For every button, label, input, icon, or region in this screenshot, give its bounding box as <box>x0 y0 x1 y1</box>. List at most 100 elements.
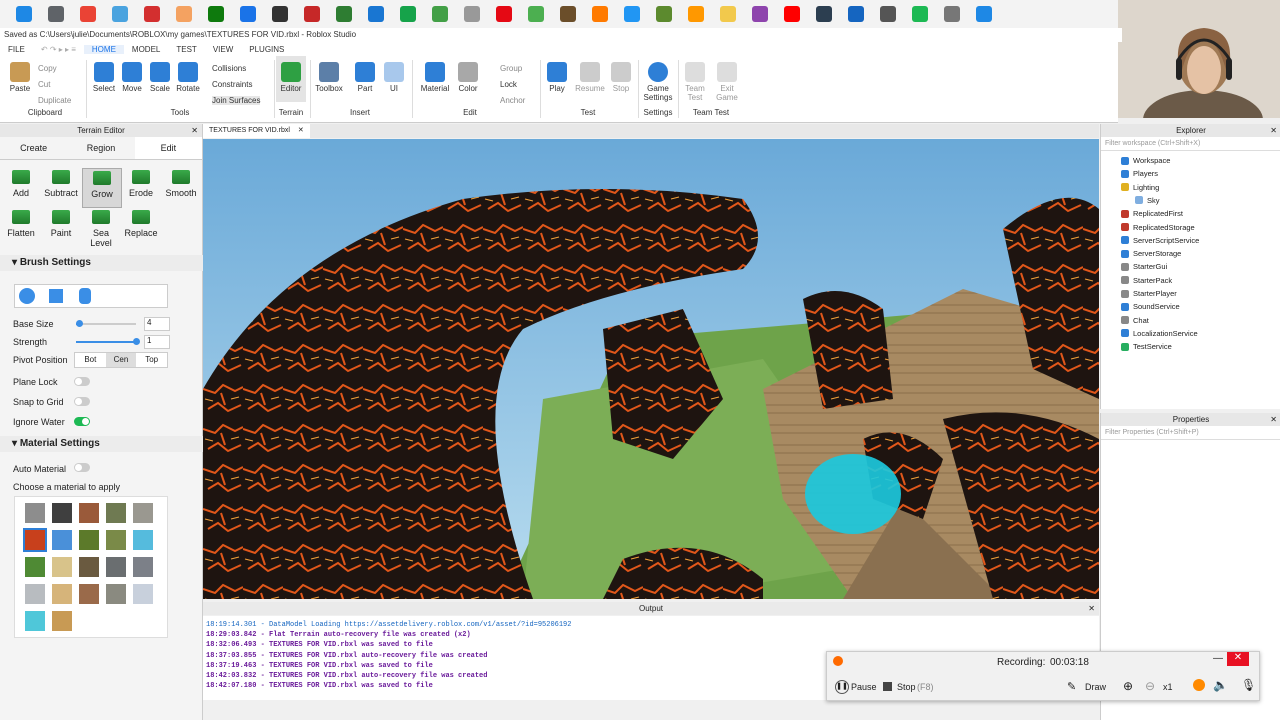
taskbar-app-icon[interactable] <box>176 6 192 22</box>
zoom-in-icon[interactable]: ⊕ <box>1123 679 1133 693</box>
taskbar-app-icon[interactable] <box>432 6 448 22</box>
taskbar-app-icon[interactable] <box>336 6 352 22</box>
taskbar-app-icon[interactable] <box>560 6 576 22</box>
taskbar-app-icon[interactable] <box>304 6 320 22</box>
duplicate-button[interactable]: Duplicate <box>38 96 71 105</box>
menu-plugins[interactable]: PLUGINS <box>241 45 292 54</box>
taskbar-app-icon[interactable] <box>464 6 480 22</box>
material-swatch[interactable] <box>79 503 99 523</box>
zoom-out-icon[interactable]: ⊖ <box>1145 679 1155 693</box>
play-button[interactable]: Play <box>544 56 570 93</box>
stop-button[interactable]: Stop <box>897 682 916 692</box>
taskbar-app-icon[interactable] <box>752 6 768 22</box>
taskbar-app-icon[interactable] <box>368 6 384 22</box>
taskbar-app-icon[interactable] <box>400 6 416 22</box>
material-swatch[interactable] <box>79 584 99 604</box>
material-swatch[interactable] <box>106 530 126 550</box>
material-swatch[interactable] <box>79 530 99 550</box>
taskbar-app-icon[interactable] <box>816 6 832 22</box>
paste-button[interactable]: Paste <box>6 56 34 93</box>
close-icon[interactable]: ✕ <box>191 124 198 137</box>
explorer-filter-input[interactable]: Filter workspace (Ctrl+Shift+X) <box>1101 137 1280 151</box>
webcam-toggle-icon[interactable] <box>1193 679 1205 691</box>
base-size-slider-thumb[interactable] <box>76 320 83 327</box>
close-icon[interactable]: ✕ <box>1270 413 1277 426</box>
material-swatch[interactable] <box>52 584 72 604</box>
base-size-slider[interactable] <box>76 320 136 327</box>
brush-settings-header[interactable]: ▾ Brush Settings <box>0 255 212 271</box>
cut-button[interactable]: Cut <box>38 80 50 89</box>
tab-edit[interactable]: Edit <box>134 137 202 159</box>
explorer-item-testservice[interactable]: TestService <box>1121 342 1172 351</box>
taskbar-app-icon[interactable] <box>48 6 64 22</box>
snap-to-grid-toggle[interactable] <box>74 397 90 406</box>
terrain-tool-sea-level[interactable]: Sea Level <box>82 208 120 248</box>
taskbar-app-icon[interactable] <box>240 6 256 22</box>
microphone-icon[interactable]: 🎙 <box>1241 678 1256 692</box>
material-button[interactable]: Material <box>418 56 452 93</box>
taskbar-app-icon[interactable] <box>848 6 864 22</box>
material-swatch[interactable] <box>25 584 45 604</box>
close-recorder-icon[interactable]: ✕ <box>1227 652 1249 666</box>
taskbar-app-icon[interactable] <box>16 6 32 22</box>
anchor-button[interactable]: Anchor <box>500 96 525 105</box>
exit-game-button[interactable]: Exit Game <box>714 56 740 102</box>
explorer-item-soundservice[interactable]: SoundService <box>1121 302 1180 311</box>
taskbar-app-icon[interactable] <box>272 6 288 22</box>
material-swatch[interactable] <box>106 584 126 604</box>
ignore-water-toggle[interactable] <box>74 417 90 426</box>
base-size-input[interactable]: 4 <box>144 317 170 331</box>
resume-button[interactable]: Resume <box>574 56 606 93</box>
taskbar-app-icon[interactable] <box>624 6 640 22</box>
copy-button[interactable]: Copy <box>38 64 57 73</box>
taskbar-app-icon[interactable] <box>944 6 960 22</box>
pause-button[interactable]: Pause <box>851 682 877 692</box>
explorer-item-replicatedfirst[interactable]: ReplicatedFirst <box>1121 209 1183 218</box>
explorer-item-sky[interactable]: Sky <box>1135 196 1160 205</box>
close-tab-icon[interactable]: ✕ <box>298 127 304 134</box>
explorer-item-starterpack[interactable]: StarterPack <box>1121 276 1172 285</box>
close-icon[interactable]: ✕ <box>1270 124 1277 137</box>
explorer-item-serverscriptservice[interactable]: ServerScriptService <box>1121 236 1199 245</box>
terrain-tool-smooth[interactable]: Smooth <box>162 168 200 206</box>
cube-brush-icon[interactable] <box>49 289 63 303</box>
terrain-editor-button[interactable]: Editor <box>276 56 306 102</box>
menu-model[interactable]: MODEL <box>124 45 168 54</box>
ui-button[interactable]: UI <box>382 56 406 93</box>
join-surfaces-toggle[interactable]: Join Surfaces <box>212 96 261 105</box>
strength-slider-thumb[interactable] <box>133 338 140 345</box>
explorer-item-chat[interactable]: Chat <box>1121 316 1149 325</box>
terrain-tool-paint[interactable]: Paint <box>42 208 80 246</box>
taskbar-app-icon[interactable] <box>592 6 608 22</box>
strength-input[interactable]: 1 <box>144 335 170 349</box>
material-swatch[interactable] <box>133 584 153 604</box>
plane-lock-toggle[interactable] <box>74 377 90 386</box>
color-button[interactable]: Color <box>454 56 482 93</box>
taskbar-app-icon[interactable] <box>80 6 96 22</box>
taskbar-app-icon[interactable] <box>528 6 544 22</box>
minimize-icon[interactable]: — <box>1213 653 1223 664</box>
explorer-item-lighting[interactable]: Lighting <box>1121 183 1159 192</box>
scale-button[interactable]: Scale <box>146 56 174 93</box>
material-swatch[interactable] <box>106 503 126 523</box>
explorer-item-startergui[interactable]: StarterGui <box>1121 262 1167 271</box>
cylinder-brush-icon[interactable] <box>79 288 91 304</box>
taskbar-app-icon[interactable] <box>144 6 160 22</box>
menu-home[interactable]: HOME <box>83 44 124 54</box>
stop-button[interactable]: Stop <box>608 56 634 93</box>
properties-filter-input[interactable]: Filter Properties (Ctrl+Shift+P) <box>1101 426 1280 440</box>
pivot-cen-option[interactable]: Cen <box>105 353 137 367</box>
material-swatch[interactable] <box>25 503 45 523</box>
material-swatch[interactable] <box>106 557 126 577</box>
explorer-item-starterplayer[interactable]: StarterPlayer <box>1121 289 1177 298</box>
taskbar-app-icon[interactable] <box>784 6 800 22</box>
taskbar-app-icon[interactable] <box>656 6 672 22</box>
pivot-top-option[interactable]: Top <box>136 353 167 367</box>
terrain-tool-add[interactable]: Add <box>2 168 40 206</box>
taskbar-app-icon[interactable] <box>720 6 736 22</box>
explorer-item-localizationservice[interactable]: LocalizationService <box>1121 329 1198 338</box>
explorer-item-serverstorage[interactable]: ServerStorage <box>1121 249 1181 258</box>
terrain-tool-subtract[interactable]: Subtract <box>42 168 80 206</box>
taskbar-app-icon[interactable] <box>912 6 928 22</box>
material-swatch[interactable] <box>52 503 72 523</box>
